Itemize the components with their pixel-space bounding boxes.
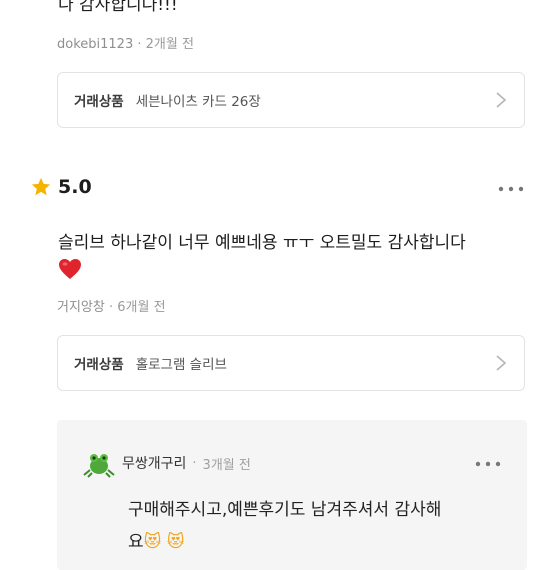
reply-time-separator: · bbox=[192, 455, 197, 471]
reply-text: 구매해주시고,예쁜후기도 남겨주셔서 감사해 요😻 😻 bbox=[128, 494, 508, 558]
prev-review-text: 다 감사합니다!!! bbox=[58, 0, 178, 15]
product-label: 거래상품 bbox=[74, 94, 124, 110]
star-icon bbox=[31, 177, 51, 196]
reply-more-options-icon[interactable] bbox=[475, 461, 501, 467]
product-card[interactable]: 거래상품 홀로그램 슬리브 bbox=[57, 335, 525, 391]
frog-avatar-icon[interactable] bbox=[82, 448, 116, 478]
prev-review-author[interactable]: dokebi1123 bbox=[57, 37, 133, 52]
cat-heart-eyes-emoji: 😻 😻 bbox=[143, 532, 185, 552]
meta-separator: · bbox=[108, 300, 118, 315]
meta-separator: · bbox=[137, 37, 146, 52]
rating-value: 5.0 bbox=[58, 176, 92, 198]
chevron-right-icon bbox=[496, 92, 507, 108]
review-author[interactable]: 거지앙창 bbox=[57, 300, 105, 315]
review-text: 슬리브 하나같이 너무 예쁘네용 ㅠㅜ 오트밀도 감사합니다 bbox=[58, 233, 466, 253]
product-name: 세븐나이츠 카드 26장 bbox=[135, 94, 261, 110]
prev-review-time: 2개월 전 bbox=[145, 37, 194, 52]
rating-row: 5.0 bbox=[30, 176, 92, 198]
reply-header: 무쌍개구리 · 3개월 전 bbox=[82, 448, 251, 478]
reply-text-line1: 구매해주시고,예쁜후기도 남겨주셔서 감사해 bbox=[128, 500, 442, 520]
more-options-icon[interactable] bbox=[498, 186, 524, 192]
heart-emoji bbox=[59, 259, 81, 279]
review-time: 6개월 전 bbox=[117, 300, 166, 315]
reply-text-line2: 요😻 😻 bbox=[128, 526, 508, 558]
prev-review-meta: dokebi1123 · 2개월 전 bbox=[57, 33, 194, 52]
review-meta: 거지앙창 · 6개월 전 bbox=[57, 296, 166, 315]
chevron-right-icon bbox=[496, 355, 507, 371]
reply-text-line2-text: 요 bbox=[128, 532, 144, 552]
product-name: 홀로그램 슬리브 bbox=[135, 357, 227, 373]
prev-product-card[interactable]: 거래상품 세븐나이츠 카드 26장 bbox=[57, 72, 525, 128]
product-label: 거래상품 bbox=[74, 357, 124, 373]
reply-time: 3개월 전 bbox=[202, 457, 251, 473]
reply-author[interactable]: 무쌍개구리 bbox=[122, 453, 186, 473]
